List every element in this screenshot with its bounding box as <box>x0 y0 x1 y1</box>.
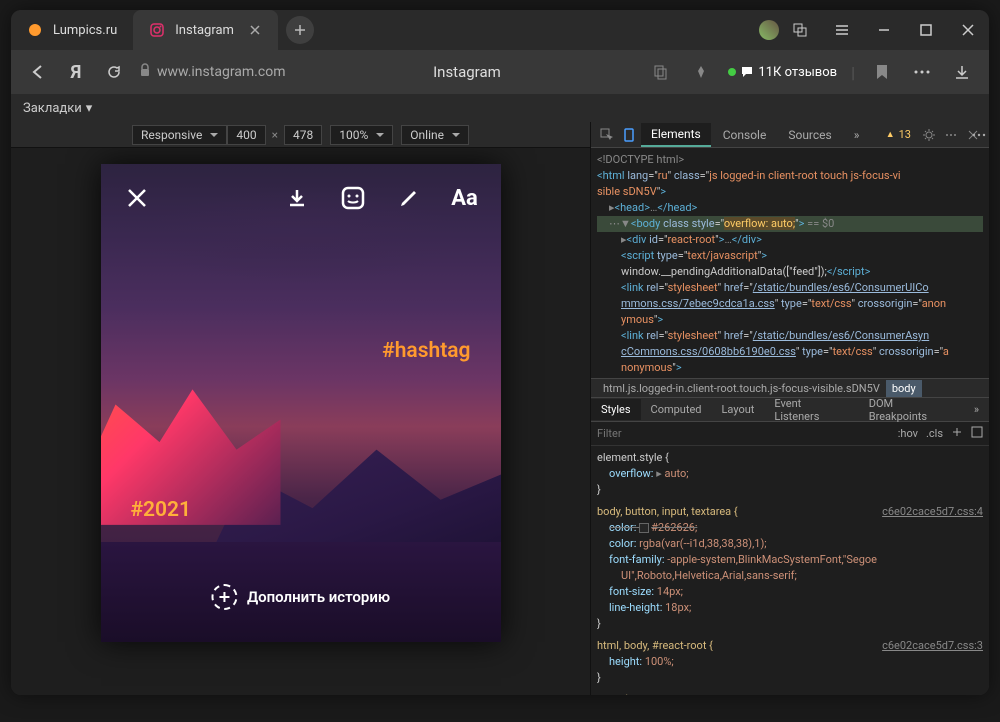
lock-icon <box>139 63 151 81</box>
text-icon[interactable]: Aa <box>449 182 481 214</box>
back-button[interactable] <box>25 59 51 85</box>
device-viewport[interactable]: Aa #hashtag #2021 Дополнить историю <box>101 164 501 642</box>
width-input[interactable]: 400 <box>227 125 265 145</box>
elements-tree[interactable]: <!DOCTYPE html> <html lang="ru" class="j… <box>591 148 989 378</box>
new-style-icon[interactable] <box>951 426 963 441</box>
styles-filter-input[interactable] <box>597 427 890 440</box>
hashtag-text-1[interactable]: #hashtag <box>382 339 470 363</box>
viewport-pane: Responsive 400 × 478 100% Online <box>11 122 591 695</box>
styles-menu-icon[interactable] <box>971 426 983 441</box>
console-tab[interactable]: Console <box>713 124 777 146</box>
minimize-button[interactable] <box>863 10 905 50</box>
devtools-header: Elements Console Sources » 13 <box>591 122 989 148</box>
reload-button[interactable] <box>101 59 127 85</box>
url-text: www.instagram.com <box>157 64 285 80</box>
close-icon[interactable] <box>248 23 262 37</box>
page-title: Instagram <box>297 63 636 81</box>
sticker-icon[interactable] <box>337 182 369 214</box>
reviews-badge[interactable]: 11К отзывов <box>728 65 837 80</box>
height-input[interactable]: 478 <box>284 125 322 145</box>
add-story-label: Дополнить историю <box>247 588 390 606</box>
collections-icon[interactable] <box>779 10 821 50</box>
hashtag-text-2[interactable]: #2021 <box>131 498 192 522</box>
more-styles-tabs[interactable]: » <box>964 399 989 420</box>
status-dot-icon <box>728 68 736 76</box>
address-bar[interactable]: www.instagram.com <box>139 63 285 81</box>
hov-toggle[interactable]: :hov <box>898 427 918 440</box>
bookmarks-label[interactable]: Закладки <box>23 101 82 116</box>
tab-label: Lumpics.ru <box>53 23 117 38</box>
tab-favicon-instagram <box>149 22 165 38</box>
styles-tab[interactable]: Styles <box>591 399 641 420</box>
device-more-icon[interactable] <box>966 122 989 148</box>
more-icon[interactable] <box>909 59 935 85</box>
pin-icon[interactable] <box>688 59 714 85</box>
bookmark-icon[interactable] <box>869 59 895 85</box>
more-tabs-icon[interactable]: » <box>844 124 870 146</box>
devtools-pane: Elements Console Sources » 13 <!DOCTYPE … <box>591 122 989 695</box>
titlebar: Lumpics.ru Instagram <box>11 10 989 50</box>
add-story-button[interactable]: Дополнить историю <box>211 584 390 610</box>
throttle-select[interactable]: Online <box>401 125 469 145</box>
warnings-badge[interactable]: 13 <box>886 128 911 141</box>
chat-icon <box>740 65 754 79</box>
yandex-icon[interactable]: Я <box>63 59 89 85</box>
dimension-separator: × <box>272 128 278 142</box>
new-tab-button[interactable] <box>286 16 314 44</box>
tab-label: Instagram <box>175 23 234 38</box>
device-mode-icon[interactable] <box>619 125 639 145</box>
profile-avatar[interactable] <box>759 20 779 40</box>
toolbar: Я www.instagram.com Instagram 11К отзыво… <box>11 50 989 94</box>
bookmarks-bar: Закладки ▾ <box>11 94 989 122</box>
selected-element[interactable]: ⋯▼<body class style="overflow: auto;"> =… <box>597 216 983 232</box>
maximize-button[interactable] <box>905 10 947 50</box>
styles-pane[interactable]: element.style { overflow: ▸ auto; } body… <box>591 446 989 695</box>
styles-filter-bar: :hov .cls <box>591 422 989 446</box>
computed-tab[interactable]: Computed <box>641 399 712 420</box>
copy-icon[interactable] <box>648 59 674 85</box>
sources-tab[interactable]: Sources <box>778 124 841 146</box>
menu-icon[interactable] <box>821 10 863 50</box>
device-toolbar: Responsive 400 × 478 100% Online <box>11 122 590 148</box>
download-icon[interactable] <box>949 59 975 85</box>
elements-tab[interactable]: Elements <box>641 123 711 147</box>
settings-icon[interactable] <box>919 125 939 145</box>
tab-lumpics[interactable]: Lumpics.ru <box>11 10 133 50</box>
reviews-text: 11К отзывов <box>758 65 837 80</box>
draw-icon[interactable] <box>393 182 425 214</box>
tab-favicon-lumpics <box>27 22 43 38</box>
chevron-down-icon: ▾ <box>86 101 93 116</box>
cls-toggle[interactable]: .cls <box>926 427 943 440</box>
add-icon <box>211 584 237 610</box>
layout-tab[interactable]: Layout <box>712 399 765 420</box>
close-button[interactable] <box>947 10 989 50</box>
save-icon[interactable] <box>281 182 313 214</box>
zoom-select[interactable]: 100% <box>330 125 393 145</box>
inspect-icon[interactable] <box>597 125 617 145</box>
close-story-icon[interactable] <box>121 182 153 214</box>
tab-instagram[interactable]: Instagram <box>133 10 278 50</box>
devtools-menu-icon[interactable] <box>941 125 961 145</box>
code-line: <!DOCTYPE html> <box>597 152 983 168</box>
device-select[interactable]: Responsive <box>132 125 227 145</box>
styles-tabs: Styles Computed Layout Event Listeners D… <box>591 398 989 422</box>
